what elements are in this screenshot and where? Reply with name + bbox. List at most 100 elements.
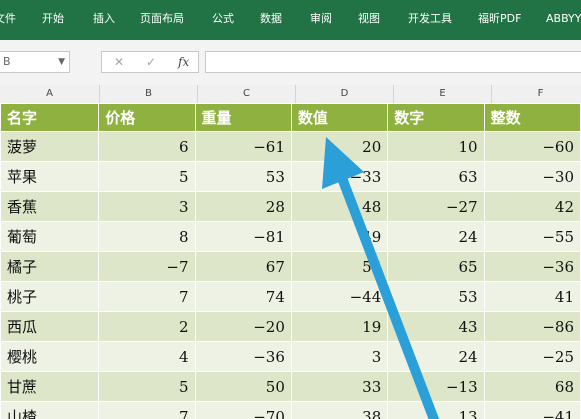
header-cell[interactable]: 数字 <box>387 103 485 132</box>
tab-review[interactable]: 审阅 <box>310 0 332 40</box>
value-cell[interactable]: −13 <box>387 371 485 402</box>
value-cell[interactable]: 67 <box>194 251 292 282</box>
value-cell[interactable]: −86 <box>483 311 581 342</box>
column-header-row: A B C D E F <box>0 85 581 104</box>
value-cell[interactable]: 53 <box>387 281 485 312</box>
name-box[interactable]: B ▼ <box>0 51 70 73</box>
value-cell[interactable]: 6 <box>98 131 196 162</box>
value-cell[interactable]: −27 <box>387 191 485 222</box>
value-cell[interactable]: 38 <box>290 401 389 419</box>
chevron-down-icon[interactable]: ▼ <box>58 52 65 72</box>
table-row: 甘蔗 5 50 33 −13 68 <box>0 371 581 402</box>
value-cell[interactable]: −25 <box>483 341 581 372</box>
tab-page-layout[interactable]: 页面布局 <box>140 0 184 40</box>
tab-file[interactable]: 文件 <box>0 0 16 40</box>
tab-foxit-pdf[interactable]: 福昕PDF <box>478 0 521 40</box>
data-table: 名字 价格 重量 数值 数字 整数 菠萝 6 −61 20 10 −60 苹果 5 53 −33 63 −30 香蕉… <box>0 103 581 419</box>
value-cell[interactable]: 20 <box>290 131 389 162</box>
value-cell[interactable]: 74 <box>194 281 292 312</box>
name-cell[interactable]: 葡萄 <box>0 221 100 252</box>
table-row: 苹果 5 53 −33 63 −30 <box>0 161 581 192</box>
value-cell[interactable]: 43 <box>387 311 485 342</box>
name-cell[interactable]: 橘子 <box>0 251 100 282</box>
cancel-icon[interactable]: ✕ <box>114 52 124 72</box>
value-cell[interactable]: −41 <box>483 401 581 419</box>
value-cell[interactable]: 24 <box>387 221 485 252</box>
value-cell[interactable]: 33 <box>290 371 389 402</box>
value-cell[interactable]: −7 <box>98 251 196 282</box>
value-cell[interactable]: 48 <box>290 191 389 222</box>
value-cell[interactable]: −36 <box>483 251 581 282</box>
value-cell[interactable]: 55 <box>290 251 389 282</box>
value-cell[interactable]: 50 <box>194 371 292 402</box>
table-row: 菠萝 6 −61 20 10 −60 <box>0 131 581 162</box>
value-cell[interactable]: 13 <box>387 401 485 419</box>
insert-function-icon[interactable]: fx <box>178 52 189 72</box>
value-cell[interactable]: −30 <box>483 161 581 192</box>
column-header-e[interactable]: E <box>394 85 492 103</box>
value-cell[interactable]: −20 <box>194 311 292 342</box>
value-cell[interactable]: 4 <box>98 341 196 372</box>
value-cell[interactable]: 41 <box>483 281 581 312</box>
tab-data[interactable]: 数据 <box>260 0 282 40</box>
value-cell[interactable]: 3 <box>98 191 196 222</box>
column-header-a[interactable]: A <box>0 85 100 103</box>
name-cell[interactable]: 香蕉 <box>0 191 100 222</box>
value-cell[interactable]: 3 <box>290 341 389 372</box>
value-cell[interactable]: 53 <box>194 161 292 192</box>
value-cell[interactable]: 7 <box>98 281 196 312</box>
value-cell[interactable]: 8 <box>98 221 196 252</box>
tab-formulas[interactable]: 公式 <box>212 0 234 40</box>
formula-input[interactable] <box>205 51 581 73</box>
confirm-icon[interactable]: ✓ <box>146 52 156 72</box>
value-cell[interactable]: 5 <box>98 371 196 402</box>
column-header-b[interactable]: B <box>100 85 198 103</box>
value-cell[interactable]: −33 <box>290 161 389 192</box>
value-cell[interactable]: 24 <box>387 341 485 372</box>
header-cell[interactable]: 数值 <box>290 103 389 132</box>
value-cell[interactable]: −70 <box>194 401 292 419</box>
value-cell[interactable]: 49 <box>290 221 389 252</box>
value-cell[interactable]: −36 <box>194 341 292 372</box>
table-row: 山楂 7 −70 38 13 −41 <box>0 401 581 419</box>
name-cell[interactable]: 甘蔗 <box>0 371 100 402</box>
header-cell[interactable]: 整数 <box>483 103 581 132</box>
value-cell[interactable]: −81 <box>194 221 292 252</box>
value-cell[interactable]: 19 <box>290 311 389 342</box>
value-cell[interactable]: 63 <box>387 161 485 192</box>
column-header-d[interactable]: D <box>296 85 394 103</box>
value-cell[interactable]: 42 <box>483 191 581 222</box>
value-cell[interactable]: −44 <box>290 281 389 312</box>
name-cell[interactable]: 桃子 <box>0 281 100 312</box>
table-header-row: 名字 价格 重量 数值 数字 整数 <box>0 103 581 132</box>
value-cell[interactable]: −61 <box>194 131 292 162</box>
value-cell[interactable]: −60 <box>483 131 581 162</box>
column-header-c[interactable]: C <box>198 85 296 103</box>
value-cell[interactable]: 28 <box>194 191 292 222</box>
tab-developer[interactable]: 开发工具 <box>408 0 452 40</box>
name-cell[interactable]: 菠萝 <box>0 131 100 162</box>
header-cell[interactable]: 价格 <box>98 103 196 132</box>
column-header-f[interactable]: F <box>492 85 581 103</box>
value-cell[interactable]: 7 <box>98 401 196 419</box>
tab-view[interactable]: 视图 <box>358 0 380 40</box>
value-cell[interactable]: 2 <box>98 311 196 342</box>
spreadsheet-grid: 名字 价格 重量 数值 数字 整数 菠萝 6 −61 20 10 −60 苹果 5 53 −33 63 −30 香蕉… <box>0 103 581 419</box>
value-cell[interactable]: −55 <box>483 221 581 252</box>
header-cell[interactable]: 名字 <box>0 103 100 132</box>
value-cell[interactable]: 65 <box>387 251 485 282</box>
table-row: 桃子 7 74 −44 53 41 <box>0 281 581 312</box>
name-cell[interactable]: 樱桃 <box>0 341 100 372</box>
tab-abbyy[interactable]: ABBYY <box>546 0 581 40</box>
name-cell[interactable]: 西瓜 <box>0 311 100 342</box>
value-cell[interactable]: 10 <box>387 131 485 162</box>
value-cell[interactable]: 68 <box>483 371 581 402</box>
name-cell[interactable]: 山楂 <box>0 401 100 419</box>
value-cell[interactable]: 5 <box>98 161 196 192</box>
tab-insert[interactable]: 插入 <box>93 0 115 40</box>
tab-home[interactable]: 开始 <box>42 0 64 40</box>
table-row: 橘子 −7 67 55 65 −36 <box>0 251 581 282</box>
header-cell[interactable]: 重量 <box>194 103 292 132</box>
name-cell[interactable]: 苹果 <box>0 161 100 192</box>
ribbon-menu-bar: 文件 开始 插入 页面布局 公式 数据 审阅 视图 开发工具 福昕PDF ABB… <box>0 0 581 40</box>
